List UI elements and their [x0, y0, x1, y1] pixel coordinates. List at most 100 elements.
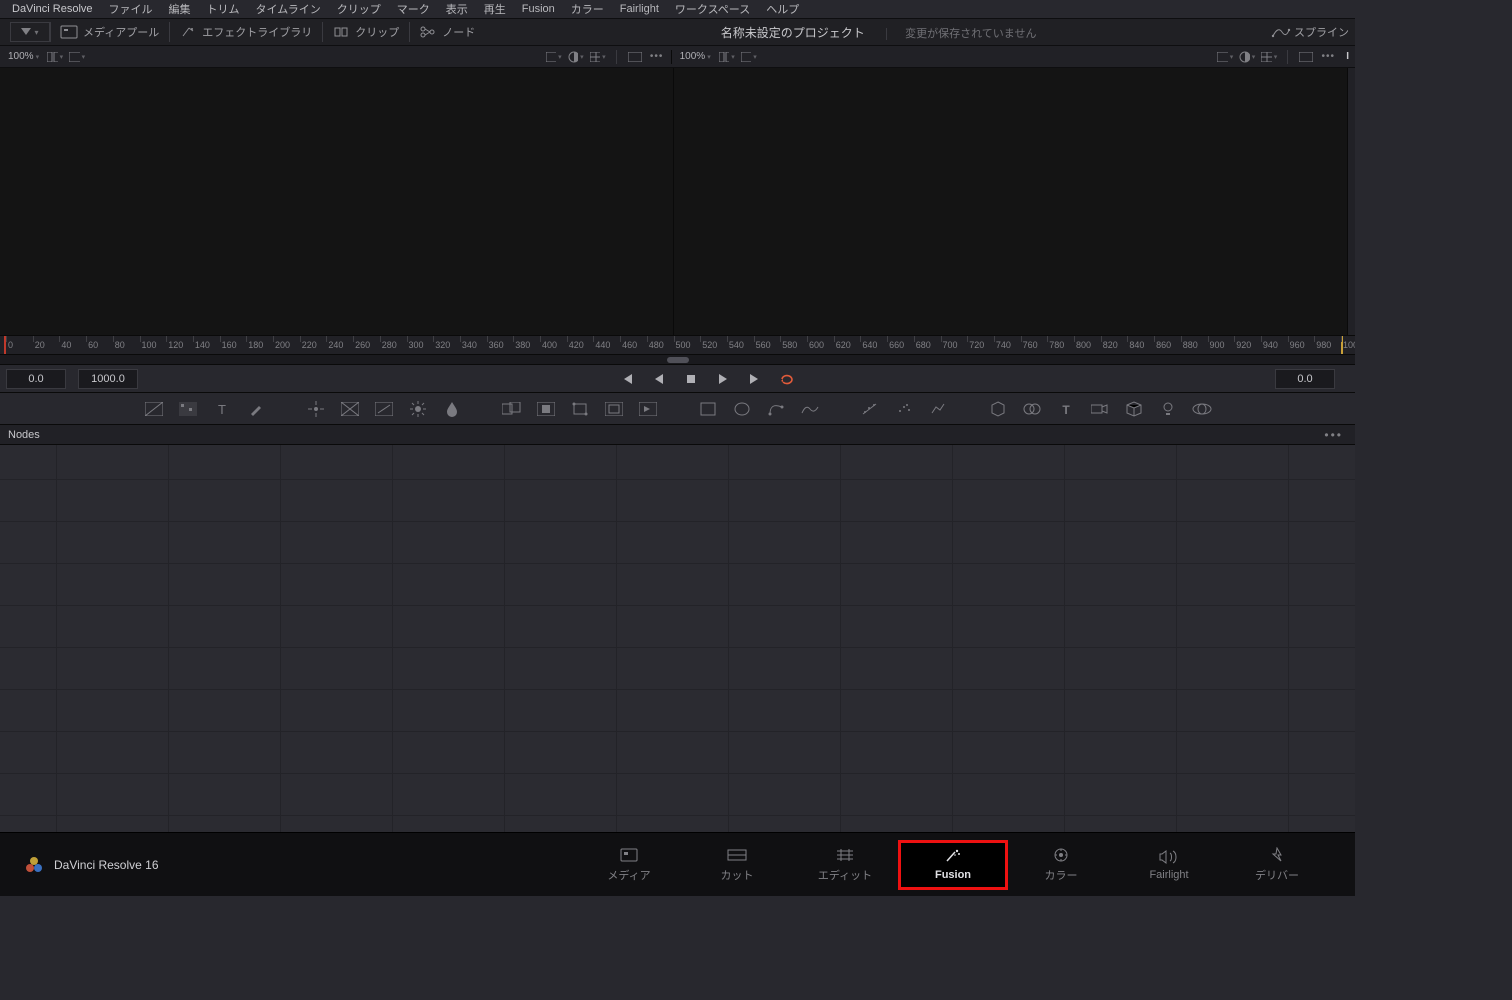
tool-3d-image-icon[interactable]	[988, 399, 1008, 419]
go-end-icon[interactable]	[748, 372, 762, 386]
page-tab-color[interactable]: カラー	[1007, 841, 1115, 889]
tool-background-icon[interactable]	[144, 399, 164, 419]
inspector-toggle[interactable]: I	[1346, 51, 1349, 62]
play-icon[interactable]	[716, 372, 730, 386]
viewer-left-more-icon[interactable]: •••	[649, 50, 665, 64]
tool-fastnoise-icon[interactable]	[178, 399, 198, 419]
tool-matte-icon[interactable]	[536, 399, 556, 419]
tool-channelbool-icon[interactable]	[340, 399, 360, 419]
menu-help[interactable]: ヘルプ	[758, 1, 807, 17]
tool-3d-camera-icon[interactable]	[1090, 399, 1110, 419]
out-frame-field[interactable]: 1000.0	[78, 369, 138, 389]
edit-icon	[835, 847, 855, 863]
menu-timeline[interactable]: タイムライン	[248, 1, 329, 17]
tool-text-icon[interactable]: T	[212, 399, 232, 419]
inspector-collapsed[interactable]	[1347, 68, 1355, 335]
tool-3d-render-icon[interactable]	[1192, 399, 1212, 419]
viewer-left-layout-icon[interactable]	[47, 50, 63, 64]
spline-button[interactable]: スプライン	[1272, 24, 1355, 40]
menu-app[interactable]: DaVinci Resolve	[4, 3, 101, 15]
clips-button[interactable]: クリップ	[323, 19, 409, 45]
tool-3d-merge-icon[interactable]	[1124, 399, 1144, 419]
tool-resize-icon[interactable]	[604, 399, 624, 419]
viewer-left-fit-icon[interactable]	[546, 50, 562, 64]
viewer-left-grid-icon[interactable]	[590, 50, 606, 64]
layout-dropdown[interactable]	[10, 22, 50, 42]
tool-mask-bspline-icon[interactable]	[800, 399, 820, 419]
loop-icon[interactable]	[780, 372, 794, 386]
menu-clip[interactable]: クリップ	[329, 1, 389, 17]
nodes-panel-more-icon[interactable]: •••	[1320, 428, 1347, 442]
menu-playback[interactable]: 再生	[476, 1, 514, 17]
effects-library-button[interactable]: エフェクトライブラリ	[170, 19, 322, 45]
viewer-right[interactable]	[673, 68, 1347, 335]
menu-edit[interactable]: 編集	[161, 1, 199, 17]
page-tab-cut[interactable]: カット	[683, 841, 791, 889]
tool-particles-icon[interactable]	[860, 399, 880, 419]
tool-3d-text-icon[interactable]: T	[1056, 399, 1076, 419]
viewers	[0, 68, 1355, 335]
go-start-icon[interactable]	[620, 372, 634, 386]
tool-mask-ellipse-icon[interactable]	[732, 399, 752, 419]
viewer-left[interactable]	[0, 68, 673, 335]
viewer-right-layout-icon[interactable]	[719, 50, 735, 64]
tool-colorcorrect-icon[interactable]	[374, 399, 394, 419]
tool-transform-icon[interactable]	[570, 399, 590, 419]
tool-paint-icon[interactable]	[246, 399, 266, 419]
tool-mask-polygon-icon[interactable]	[766, 399, 786, 419]
page-tab-edit[interactable]: エディット	[791, 841, 899, 889]
viewer-left-single-icon[interactable]	[69, 50, 85, 64]
tool-3d-light-icon[interactable]	[1158, 399, 1178, 419]
menu-trim[interactable]: トリム	[199, 1, 248, 17]
in-frame-field[interactable]: 0.0	[6, 369, 66, 389]
tool-tracker-icon[interactable]	[306, 399, 326, 419]
menu-fairlight[interactable]: Fairlight	[612, 3, 667, 15]
media-pool-label: メディアプール	[83, 24, 159, 40]
tool-merge-icon[interactable]	[502, 399, 522, 419]
current-frame-field[interactable]: 0.0	[1275, 369, 1335, 389]
viewer-right-zoom[interactable]: 100%	[678, 51, 713, 62]
tool-pemitter-icon[interactable]	[928, 399, 948, 419]
viewer-right-frame-icon[interactable]	[1298, 50, 1314, 64]
page-tab-media[interactable]: メディア	[575, 841, 683, 889]
tool-mask-rect-icon[interactable]	[698, 399, 718, 419]
spline-label: スプライン	[1294, 24, 1349, 40]
nodes-panel-title: Nodes	[8, 429, 40, 441]
viewer-right-fit-icon[interactable]	[1217, 50, 1233, 64]
nodes-panel-header: Nodes •••	[0, 425, 1355, 445]
scrub-thumb[interactable]	[667, 357, 689, 363]
scrub-bar[interactable]	[0, 355, 1355, 365]
viewer-right-single-icon[interactable]	[741, 50, 757, 64]
menu-file[interactable]: ファイル	[101, 1, 161, 17]
page-tab-fairlight[interactable]: Fairlight	[1115, 841, 1223, 889]
tool-brightness-icon[interactable]	[408, 399, 428, 419]
tool-blur-icon[interactable]	[442, 399, 462, 419]
tool-mediain-icon[interactable]	[638, 399, 658, 419]
viewer-right-more-icon[interactable]: •••	[1320, 50, 1336, 64]
time-ruler[interactable]: 0204060801001201401601802002202402602803…	[0, 335, 1355, 355]
tool-prender-icon[interactable]	[894, 399, 914, 419]
viewer-left-zoom[interactable]: 100%	[6, 51, 41, 62]
play-reverse-icon[interactable]	[652, 372, 666, 386]
viewer-right-grid-icon[interactable]	[1261, 50, 1277, 64]
stop-icon[interactable]	[684, 372, 698, 386]
ruler-tick: 380	[515, 340, 530, 350]
menu-mark[interactable]: マーク	[389, 1, 438, 17]
menu-color[interactable]: カラー	[563, 1, 612, 17]
nodes-button[interactable]: ノード	[410, 19, 485, 45]
viewer-right-channel-icon[interactable]	[1239, 50, 1255, 64]
page-tab-fusion[interactable]: Fusion	[899, 841, 1007, 889]
ruler-tick: 760	[1023, 340, 1038, 350]
viewer-left-frame-icon[interactable]	[627, 50, 643, 64]
media-pool-button[interactable]: メディアプール	[51, 19, 169, 45]
menu-view[interactable]: 表示	[438, 1, 476, 17]
ruler-tick: 460	[622, 340, 637, 350]
nodes-flow-area[interactable]	[0, 445, 1355, 832]
tool-3d-shape-icon[interactable]	[1022, 399, 1042, 419]
page-tab-deliver[interactable]: デリバー	[1223, 841, 1331, 889]
menu-workspace[interactable]: ワークスペース	[667, 1, 758, 17]
ruler-tick: 660	[889, 340, 904, 350]
menu-fusion[interactable]: Fusion	[514, 3, 563, 15]
brand-logo-icon	[24, 855, 44, 875]
viewer-left-channel-icon[interactable]	[568, 50, 584, 64]
